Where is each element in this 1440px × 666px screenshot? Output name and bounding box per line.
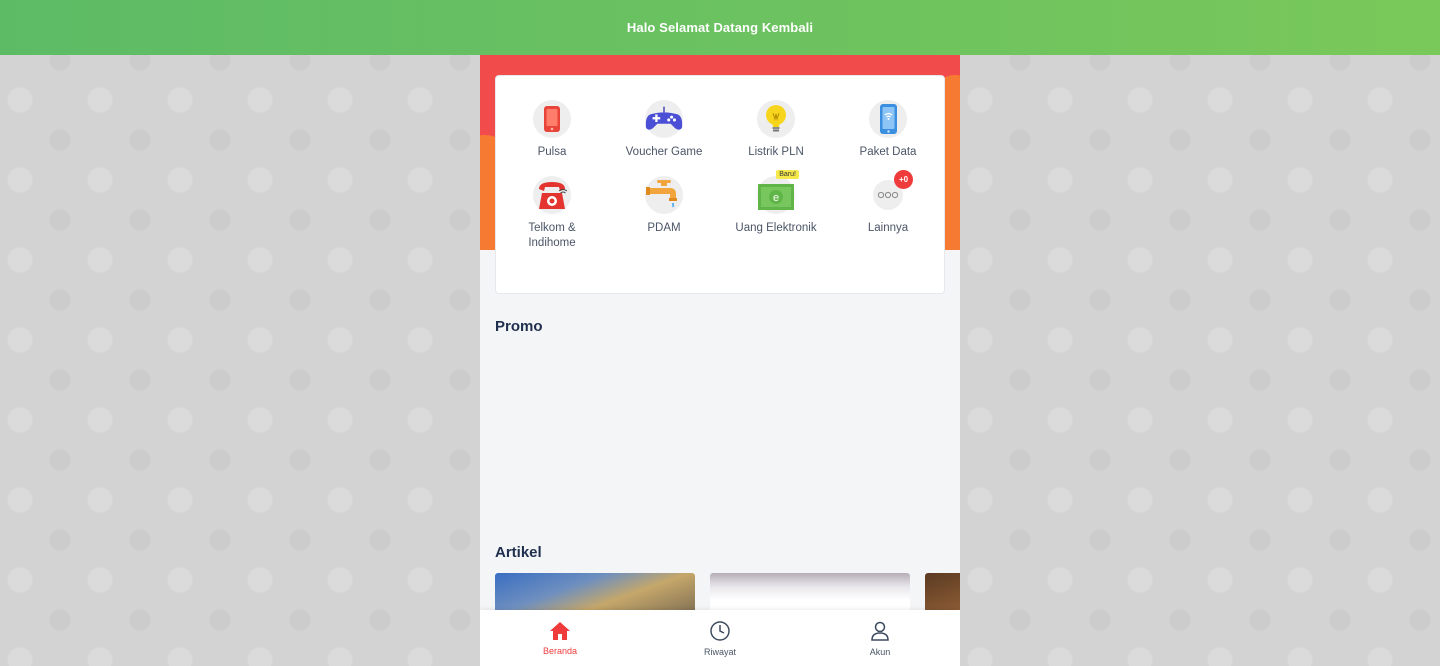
artikel-title: Artikel: [495, 544, 542, 561]
article-thumbnail[interactable]: [710, 573, 910, 613]
bottom-navigation: Beranda Riwayat Akun: [480, 610, 960, 666]
menu-item-label: Paket Data: [859, 146, 917, 158]
menu-item-paket-data[interactable]: Paket Data: [832, 100, 944, 160]
more-icon: +0: [873, 170, 913, 210]
menu-item-pdam[interactable]: PDAM: [608, 176, 720, 251]
clock-icon: [710, 620, 730, 641]
telephone-icon: [533, 176, 571, 214]
app-container: Pulsa Voucher Game Listrik PLN Paket Dat…: [480, 55, 960, 666]
new-tag: Baru!: [776, 170, 799, 179]
menu-item-label: Lainnya: [867, 222, 909, 234]
home-icon: [550, 621, 570, 640]
article-carousel[interactable]: [495, 573, 960, 613]
article-thumbnail[interactable]: [495, 573, 695, 613]
greeting-text: Halo Selamat Datang Kembali: [626, 20, 814, 35]
phone-wifi-icon: [869, 100, 907, 138]
nav-label: Akun: [869, 646, 891, 657]
menu-item-label: Pulsa: [537, 146, 567, 158]
menu-item-voucher-game[interactable]: Voucher Game: [608, 100, 720, 160]
menu-item-label: Voucher Game: [625, 146, 703, 158]
user-icon: [871, 621, 889, 641]
menu-item-label: Listrik PLN: [748, 146, 804, 158]
menu-item-label: PDAM: [647, 222, 681, 234]
menu-item-label: Telkom & Indihome: [528, 222, 576, 249]
menu-item-pulsa[interactable]: Pulsa: [496, 100, 608, 160]
svg-text:e: e: [773, 192, 779, 204]
gamepad-icon: [645, 100, 683, 138]
promo-title: Promo: [495, 318, 543, 335]
menu-item-label: Uang Elektronik: [735, 222, 817, 234]
count-badge: +0: [894, 170, 913, 189]
faucet-icon: [645, 176, 683, 214]
lightbulb-icon: [757, 100, 795, 138]
menu-item-lainnya[interactable]: +0 Lainnya: [832, 170, 944, 251]
nav-label: Beranda: [542, 645, 578, 656]
phone-icon: [533, 100, 571, 138]
menu-item-telkom-indihome[interactable]: Telkom & Indihome: [496, 176, 608, 251]
menu-grid: Pulsa Voucher Game Listrik PLN Paket Dat…: [496, 100, 944, 251]
nav-label: Riwayat: [703, 646, 736, 657]
menu-card: Pulsa Voucher Game Listrik PLN Paket Dat…: [495, 75, 945, 294]
menu-item-uang-elektronik[interactable]: e Baru! Uang Elektronik: [720, 170, 832, 251]
money-icon: e Baru!: [757, 170, 799, 214]
menu-item-listrik-pln[interactable]: Listrik PLN: [720, 100, 832, 160]
nav-beranda[interactable]: Beranda: [480, 610, 640, 666]
article-thumbnail[interactable]: [925, 573, 960, 613]
top-header: Halo Selamat Datang Kembali: [0, 0, 1440, 55]
nav-riwayat[interactable]: Riwayat: [640, 610, 800, 666]
nav-akun[interactable]: Akun: [800, 610, 960, 666]
